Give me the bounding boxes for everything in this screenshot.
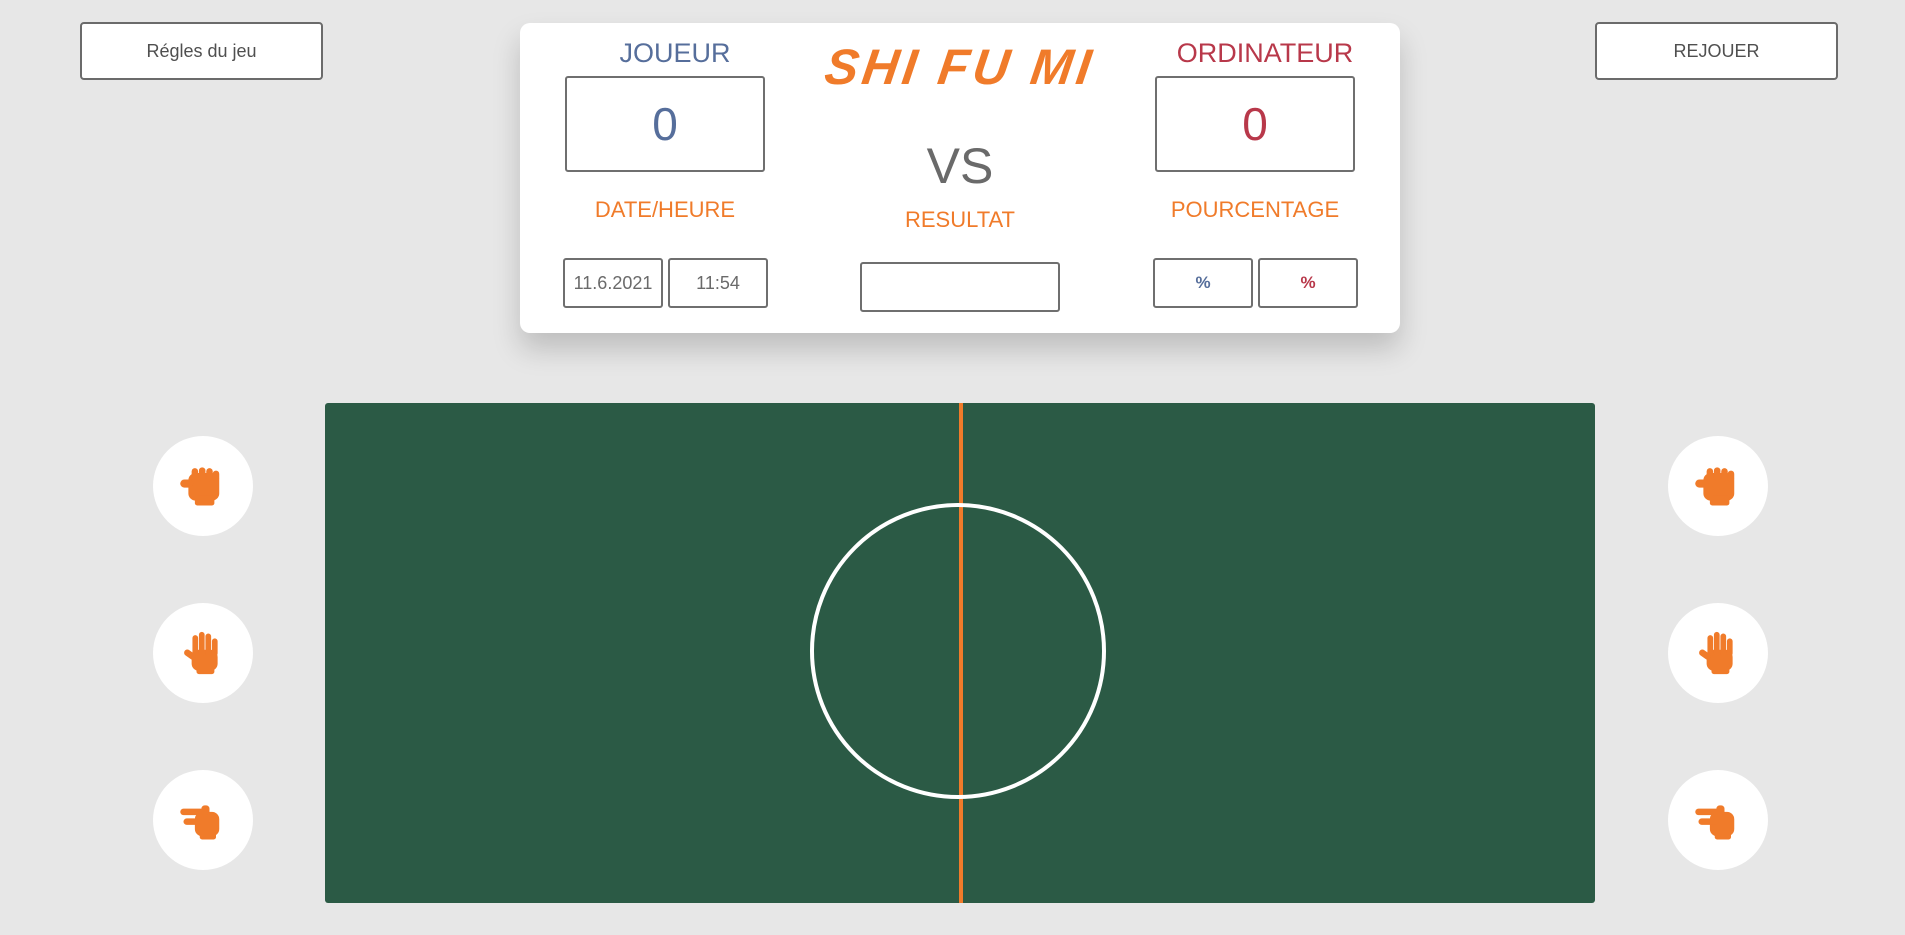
computer-label: ORDINATEUR bbox=[1176, 38, 1354, 68]
result-display bbox=[860, 262, 1060, 312]
versus-label: VS bbox=[926, 138, 994, 194]
field-center-circle bbox=[810, 503, 1106, 799]
player-scissors-button[interactable] bbox=[153, 770, 253, 870]
date-time-label: DATE/HEURE bbox=[594, 197, 736, 222]
rock-icon bbox=[180, 467, 220, 506]
player-score: 0 bbox=[565, 76, 765, 172]
player-paper-button[interactable] bbox=[153, 603, 253, 703]
date-display: 11.6.2021 bbox=[563, 258, 663, 308]
scissors-icon bbox=[180, 805, 220, 840]
computer-score: 0 bbox=[1155, 76, 1355, 172]
player-percentage: % bbox=[1153, 258, 1253, 308]
replay-button[interactable]: REJOUER bbox=[1595, 22, 1838, 80]
result-label: RESULTAT bbox=[904, 207, 1015, 232]
rules-button[interactable]: Régles du jeu bbox=[80, 22, 323, 80]
computer-scissors-button[interactable] bbox=[1668, 770, 1768, 870]
player-label: JOUEUR bbox=[619, 38, 731, 68]
time-display: 11:54 bbox=[668, 258, 768, 308]
percentage-label: POURCENTAGE bbox=[1170, 197, 1340, 222]
game-title: SHI FU MI bbox=[821, 39, 1099, 95]
scissors-icon bbox=[1695, 805, 1735, 840]
play-field bbox=[325, 403, 1595, 903]
paper-icon bbox=[184, 631, 218, 675]
rock-icon bbox=[1695, 467, 1735, 506]
scoreboard: JOUEUR 0 DATE/HEURE 11.6.2021 11:54 SHI … bbox=[520, 23, 1400, 333]
computer-rock-button[interactable] bbox=[1668, 436, 1768, 536]
paper-icon bbox=[1699, 631, 1733, 675]
computer-percentage: % bbox=[1258, 258, 1358, 308]
computer-paper-button[interactable] bbox=[1668, 603, 1768, 703]
player-rock-button[interactable] bbox=[153, 436, 253, 536]
